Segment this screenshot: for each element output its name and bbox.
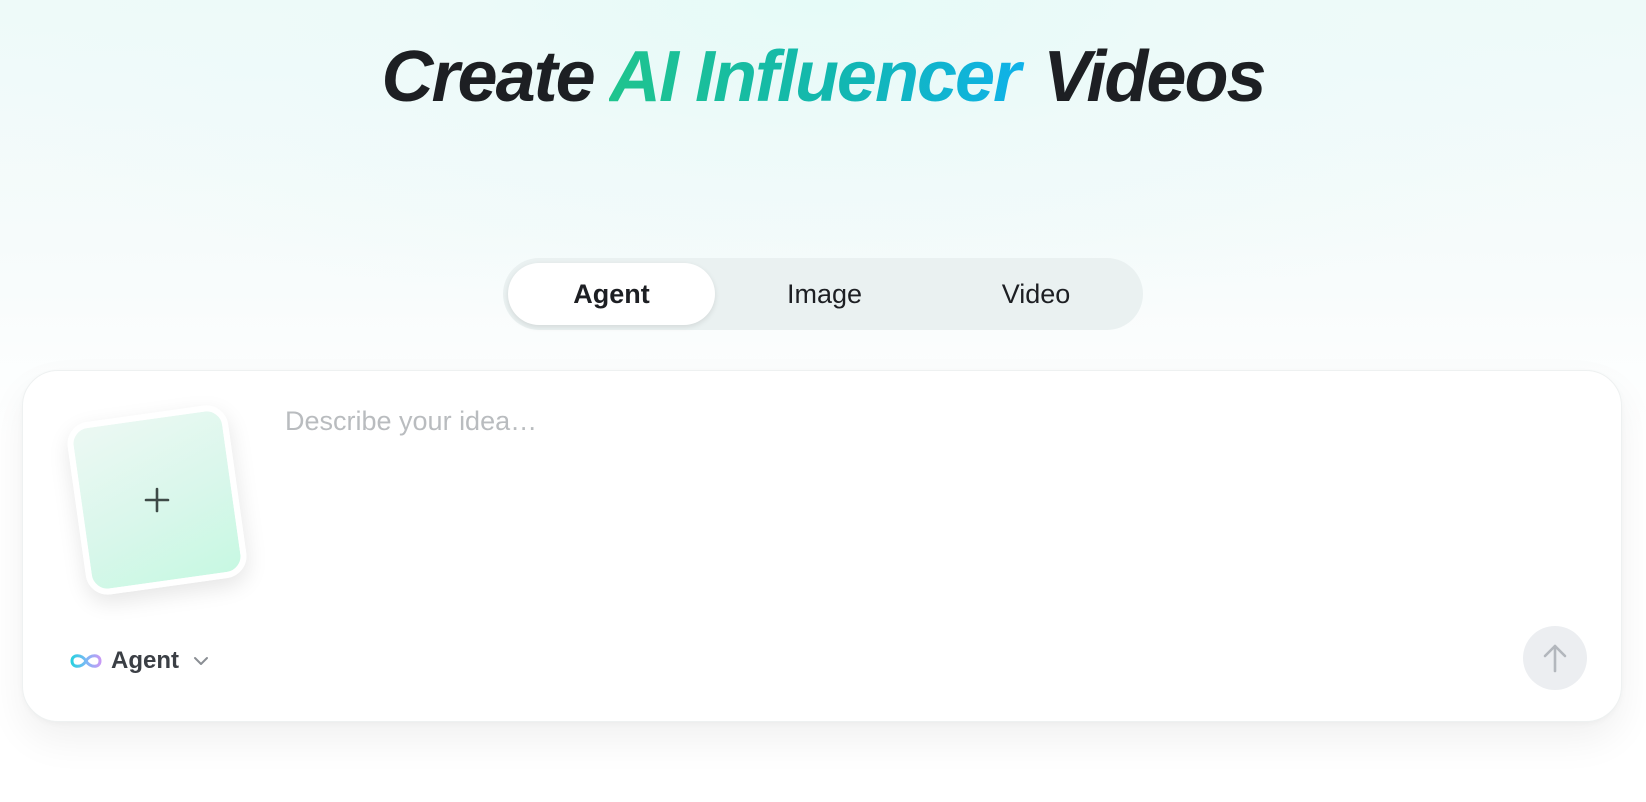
mode-switch: Agent Image Video bbox=[503, 258, 1143, 330]
plus-icon bbox=[144, 487, 170, 513]
title-accent: AI Influencer bbox=[609, 37, 1025, 117]
arrow-up-icon bbox=[1543, 644, 1567, 673]
agent-selector[interactable]: Agent bbox=[69, 641, 209, 681]
title-prefix: Create bbox=[381, 37, 596, 117]
tab-video[interactable]: Video bbox=[934, 263, 1138, 325]
upload-image-button[interactable] bbox=[64, 402, 250, 598]
page-title: Create AI Influencer Videos bbox=[0, 34, 1646, 120]
tab-image[interactable]: Image bbox=[715, 263, 934, 325]
idea-input[interactable] bbox=[285, 403, 1585, 563]
infinity-icon bbox=[70, 654, 102, 668]
chevron-down-icon bbox=[194, 657, 208, 665]
prompt-composer: Agent bbox=[22, 370, 1622, 722]
title-suffix: Videos bbox=[1043, 37, 1266, 117]
tab-agent[interactable]: Agent bbox=[508, 263, 715, 325]
agent-selector-label: Agent bbox=[111, 647, 179, 674]
send-button[interactable] bbox=[1523, 626, 1587, 690]
